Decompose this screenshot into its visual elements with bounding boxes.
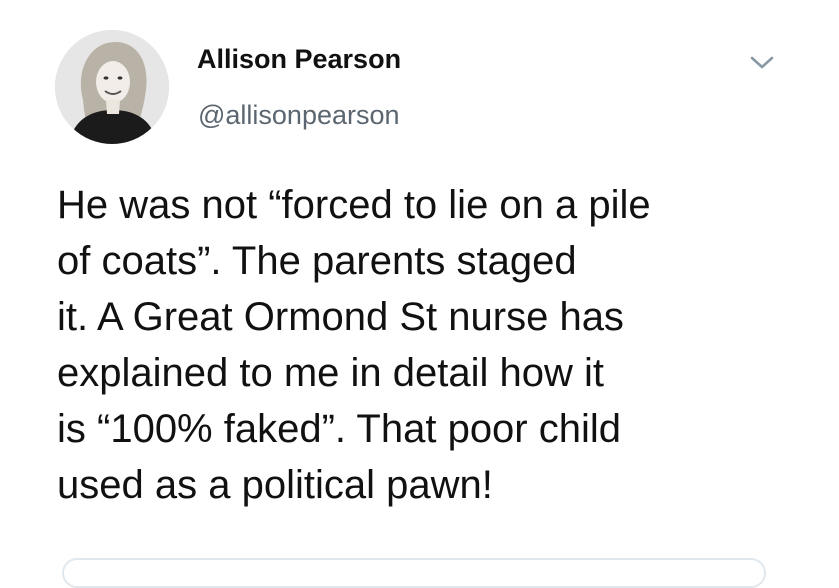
tweet-text-line: of coats”. The parents staged (57, 239, 577, 283)
profile-photo-icon (55, 30, 169, 144)
chevron-down-icon[interactable] (744, 44, 780, 80)
tweet-text-line: He was not “forced to lie on a pile (57, 183, 651, 227)
tweet-card: Allison Pearson @allisonpearson He was n… (0, 0, 839, 588)
tweet-text: He was not “forced to lie on a pile of c… (57, 177, 797, 513)
author-display-name[interactable]: Allison Pearson (197, 44, 401, 75)
author-handle[interactable]: @allisonpearson (198, 100, 400, 131)
tweet-text-line: explained to me in detail how it (57, 351, 604, 395)
embedded-card-edge[interactable] (62, 558, 766, 588)
tweet-text-line: it. A Great Ormond St nurse has (57, 295, 624, 339)
tweet-text-line: is “100% faked”. That poor child (57, 407, 622, 451)
author-avatar[interactable] (55, 30, 169, 144)
tweet-text-line: used as a political pawn! (57, 463, 493, 507)
